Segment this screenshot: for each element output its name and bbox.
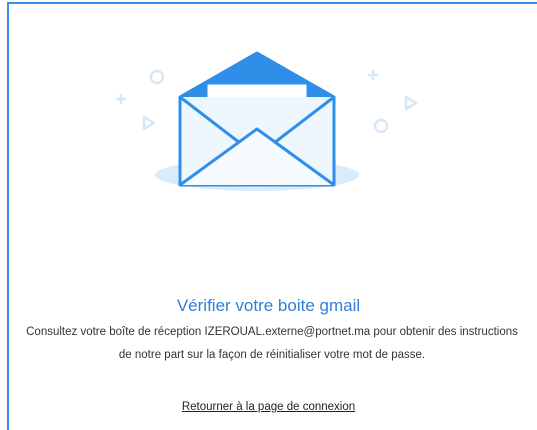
envelope-illustration bbox=[100, 45, 440, 205]
back-to-login-row: Retourner à la page de connexion bbox=[0, 401, 537, 413]
panel-border-left bbox=[7, 2, 9, 430]
back-to-login-link[interactable]: Retourner à la page de connexion bbox=[182, 401, 355, 413]
reset-confirmation-panel: Vérifier votre boite gmail Consultez vot… bbox=[0, 0, 537, 430]
page-title: Vérifier votre boite gmail bbox=[176, 296, 361, 315]
open-envelope-icon bbox=[116, 51, 418, 191]
instructions-text: Consultez votre boîte de réception IZERO… bbox=[26, 326, 518, 361]
panel-border-top bbox=[7, 2, 537, 4]
